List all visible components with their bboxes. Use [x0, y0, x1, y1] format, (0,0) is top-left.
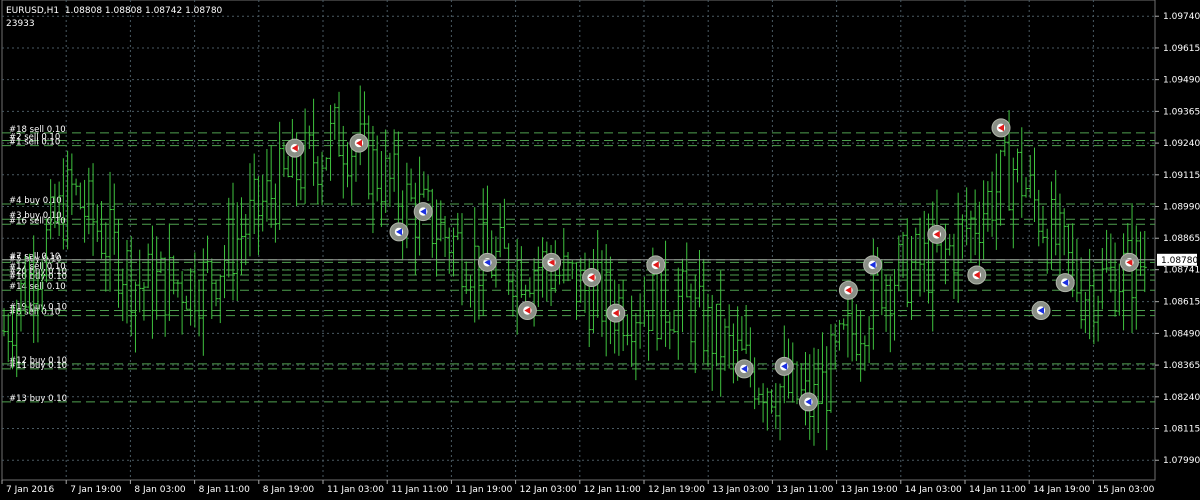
chart-canvas[interactable]: 1.09740 1.09615 1.09490 1.09365 1.09240 1.091…	[0, 0, 1200, 500]
price-axis-label: 1.09365	[1163, 107, 1200, 117]
price-axis-label: 1.08115	[1163, 425, 1200, 435]
price-axis-label: 1.09490	[1163, 76, 1200, 86]
price-axis-label: 1.08615	[1163, 298, 1200, 308]
time-axis-label: 8 Jan 03:00	[134, 485, 186, 495]
price-axis-label: 1.08240	[1163, 393, 1200, 403]
price-axis-label: 1.08741	[1163, 266, 1200, 276]
time-axis-label: 13 Jan 19:00	[841, 485, 898, 495]
time-axis-label: 13 Jan 11:00	[776, 485, 833, 495]
order-label: #16 sell 0.10	[9, 216, 66, 226]
time-axis-label: 8 Jan 11:00	[199, 485, 251, 495]
order-label: #13 buy 0.10	[9, 394, 67, 404]
time-axis-label: 7 Jan 2016	[6, 485, 54, 495]
price-axis-label: 1.07990	[1163, 456, 1200, 466]
price-axis-label: 1.09240	[1163, 139, 1200, 149]
price-axis-label: 1.09115	[1163, 171, 1200, 181]
order-label: #1 sell 0.10	[9, 138, 60, 148]
current-price-label: 1.08780	[1161, 256, 1198, 266]
plot-frame	[1, 0, 1156, 481]
time-axis-label: 11 Jan 11:00	[391, 485, 448, 495]
time-axis-label: 13 Jan 03:00	[712, 485, 769, 495]
time-axis-label: 8 Jan 19:00	[263, 485, 315, 495]
order-label: #14 sell 0.10	[9, 282, 66, 292]
time-axis-label: 14 Jan 03:00	[905, 485, 962, 495]
price-axis-label: 1.09740	[1163, 12, 1200, 22]
time-axis-label: 12 Jan 11:00	[584, 485, 641, 495]
time-axis-label: 15 Jan 03:00	[1097, 485, 1154, 495]
order-label: #11 buy 0.10	[9, 361, 67, 371]
time-axis-label: 11 Jan 19:00	[455, 485, 512, 495]
price-axis-label: 1.08990	[1163, 203, 1200, 213]
time-axis-label: 14 Jan 11:00	[969, 485, 1026, 495]
time-axis-label: 12 Jan 19:00	[648, 485, 705, 495]
time-axis-label: 7 Jan 19:00	[70, 485, 122, 495]
time-axis-label: 14 Jan 19:00	[1033, 485, 1090, 495]
price-axis-label: 1.09615	[1163, 44, 1200, 54]
price-axis-label: 1.08865	[1163, 234, 1200, 244]
price-axis-label: 1.08490	[1163, 329, 1200, 339]
price-axis-label: 1.08365	[1163, 361, 1200, 371]
symbol-ohlc-readout: EURUSD,H1 1.08808 1.08808 1.08742 1.0878…	[6, 6, 223, 16]
time-axis-label: 11 Jan 03:00	[327, 485, 384, 495]
price-chart[interactable]: 1.09740 1.09615 1.09490 1.09365 1.09240 1.091…	[0, 0, 1200, 500]
time-axis-label: 12 Jan 03:00	[520, 485, 577, 495]
tick-counter: 23933	[6, 19, 35, 29]
